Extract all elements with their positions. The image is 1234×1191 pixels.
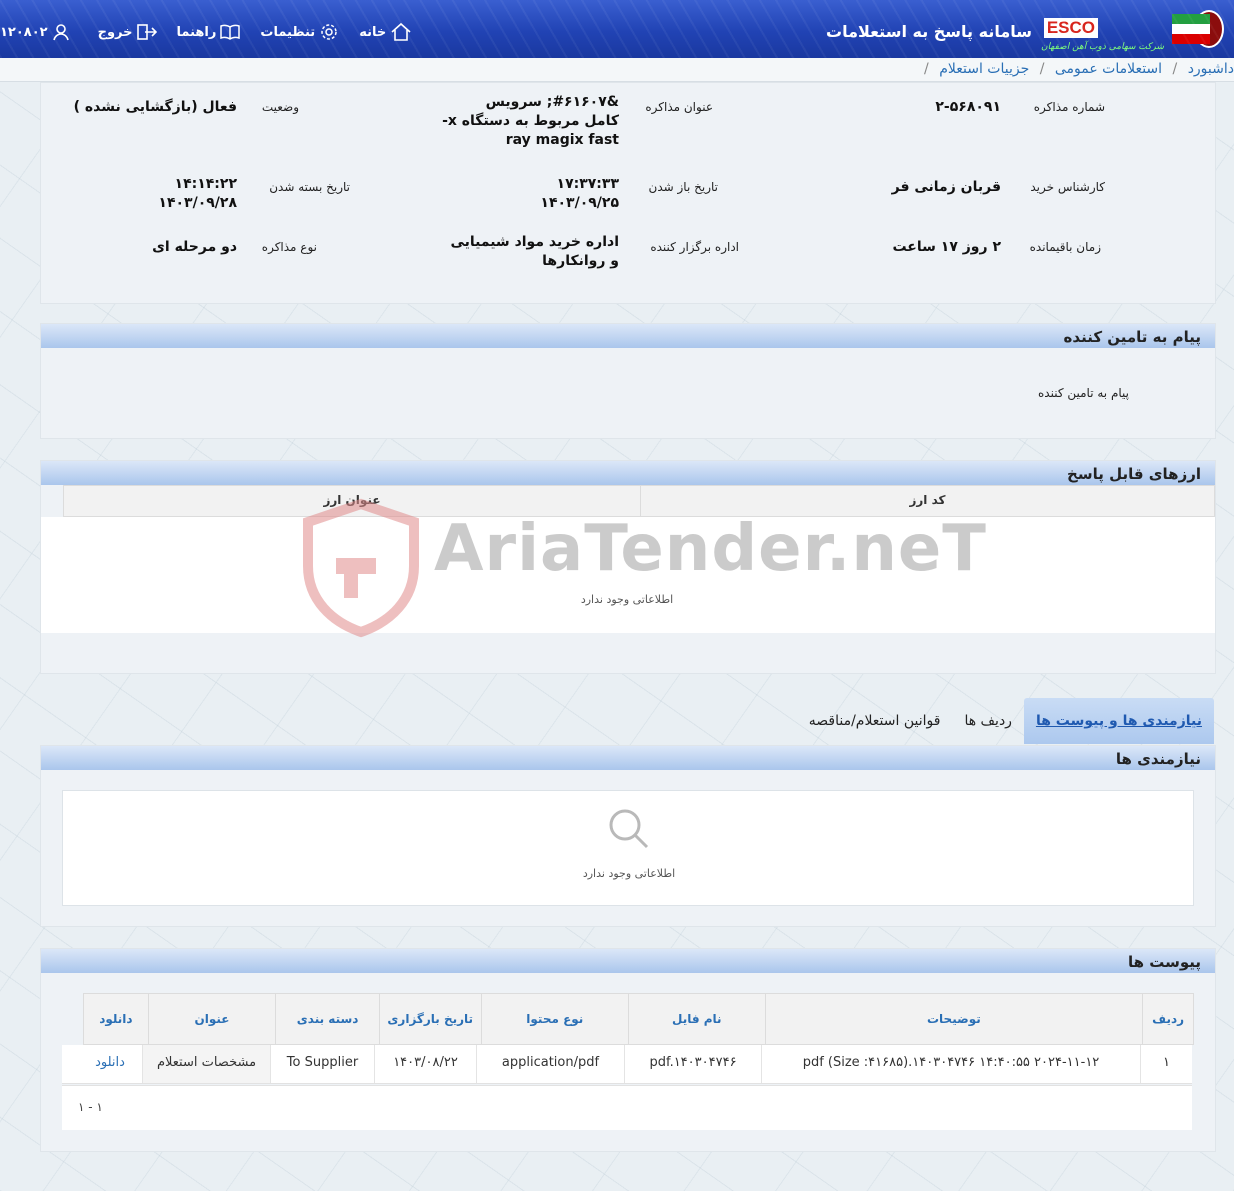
remaining-time: ۲ روز ۱۷ ساعت [892, 239, 1001, 255]
organizer-label: اداره برگزار کننده [650, 240, 739, 254]
guide-link[interactable]: راهنما [177, 23, 241, 41]
company-seal-icon [1194, 10, 1224, 48]
tab-rules[interactable]: قوانین استعلام/مناقصه [797, 698, 953, 744]
iran-flag-icon [1172, 14, 1210, 44]
esco-logo-text: ESCO [1043, 18, 1098, 38]
system-title: سامانه پاسخ به استعلامات [826, 22, 1032, 41]
cell-row: ۱ [1140, 1045, 1192, 1083]
col-category[interactable]: دسته بندی [275, 994, 379, 1044]
guide-label: راهنما [176, 24, 217, 40]
currencies-table-header: کد ارز عنوان ارز [63, 485, 1215, 517]
currencies-table-body [41, 517, 1215, 633]
col-title[interactable]: عنوان [147, 994, 276, 1044]
tab-rows[interactable]: ردیف ها [952, 698, 1023, 744]
col-description[interactable]: توضیحات [764, 994, 1143, 1044]
download-link[interactable]: دانلود [78, 1045, 142, 1083]
col-row[interactable]: ردیف [1142, 994, 1193, 1044]
tab-requirements-attachments[interactable]: نیازمندی ها و پیوست ها [1023, 698, 1214, 744]
cell-content-type: application/pdf [476, 1045, 624, 1083]
title-line-3: ray magix fast [505, 132, 619, 148]
home-label: خانه [359, 24, 387, 40]
col-currency-title[interactable]: عنوان ارز [64, 486, 640, 516]
currencies-card: ارزهای قابل پاسخ کد ارز عنوان ارز اطلاعا… [40, 460, 1216, 674]
remaining-time-label: زمان باقیمانده [1029, 240, 1101, 254]
close-date-value: ۱۴۰۳/۰۹/۲۸ [158, 195, 237, 211]
logout-label: خروج [97, 24, 133, 40]
top-header: ESCO شرکت سهامی ذوب آهن اصفهان سامانه پا… [0, 0, 1234, 58]
details-card: شماره مذاکره ۲-۵۶۸۰۹۱ عنوان مذاکره &#۶۱۶… [40, 82, 1216, 304]
negotiation-number: ۲-۵۶۸۰۹۱ [935, 99, 1001, 115]
breadcrumb-separator: / [924, 61, 929, 77]
open-date-value: ۱۴۰۳/۰۹/۲۵ [540, 195, 619, 211]
buyer-expert-label: کارشناس خرید [1030, 180, 1105, 194]
title-line-2: کامل مربوط به دستگاه x- [442, 113, 619, 129]
user-menu[interactable]: ۱۲۰۸۰۲ [0, 23, 70, 41]
breadcrumb-current[interactable]: جزییات استعلام [939, 61, 1029, 77]
cell-title: مشخصات استعلام [142, 1045, 270, 1083]
supplier-message-card: پیام به تامین کننده پیام به تامین کننده [40, 323, 1216, 439]
attachments-heading: پیوست ها [41, 949, 1215, 973]
requirements-empty-text: اطلاعاتی وجود ندارد [582, 867, 676, 880]
cell-category: To Supplier [270, 1045, 374, 1083]
search-icon [609, 809, 649, 849]
title-line-1: &#۶۱۶۰۷; سرویس [485, 94, 619, 110]
col-upload-date[interactable]: تاریخ بارگزاری [378, 994, 481, 1044]
home-icon [391, 22, 411, 41]
open-time-value: ۱۷:۳۷:۳۳ [556, 176, 619, 192]
currencies-heading: ارزهای قابل پاسخ [41, 461, 1215, 485]
open-date: ۱۷:۳۷:۳۳ ۱۴۰۳/۰۹/۲۵ [540, 175, 619, 213]
gear-icon [321, 24, 337, 40]
type-value: دو مرحله ای [152, 239, 237, 255]
top-nav: ۱۲۰۸۰۲ خروج راهنما تنظیمات خانه [0, 22, 432, 42]
status-value: فعال (بازگشایی نشده ) [73, 99, 237, 115]
negotiation-title: &#۶۱۶۰۷; سرویس کامل مربوط به دستگاه x- r… [419, 93, 619, 150]
brand-logo[interactable]: ESCO شرکت سهامی ذوب آهن اصفهان [994, 4, 1224, 54]
breadcrumb: داشبورد / استعلامات عمومی / جزییات استعل… [0, 58, 1234, 82]
settings-link[interactable]: تنظیمات [260, 22, 339, 42]
settings-label: تنظیمات [260, 24, 316, 40]
col-content-type[interactable]: نوع محتوا [480, 994, 628, 1044]
col-download[interactable]: دانلود [84, 994, 148, 1044]
home-link[interactable]: خانه [359, 22, 412, 42]
type-label: نوع مذاکره [261, 240, 317, 254]
status-label: وضعیت [261, 100, 299, 114]
breadcrumb-general[interactable]: استعلامات عمومی [1055, 61, 1162, 77]
organizer-value: اداره خرید مواد شیمیایی و روانکارها [450, 233, 619, 271]
breadcrumb-separator: / [1172, 61, 1178, 77]
supplier-message-heading: پیام به تامین کننده [41, 324, 1215, 348]
user-id: ۱۲۰۸۰۲ [0, 24, 48, 40]
currencies-empty-text: اطلاعاتی وجود ندارد [580, 593, 674, 606]
requirements-card: نیازمندی ها اطلاعاتی وجود ندارد [40, 745, 1216, 927]
breadcrumb-separator: / [1039, 61, 1045, 77]
title-label: عنوان مذاکره [645, 100, 713, 114]
logout-link[interactable]: خروج [98, 23, 157, 41]
logout-icon [136, 24, 157, 40]
col-file-name[interactable]: نام فایل [628, 994, 765, 1044]
attachments-table-header: ردیف توضیحات نام فایل نوع محتوا تاریخ با… [83, 993, 1194, 1045]
organizer-line-2: و روانکارها [542, 253, 619, 269]
supplier-message-label: پیام به تامین کننده [1038, 386, 1129, 400]
col-currency-code[interactable]: کد ارز [640, 486, 1214, 516]
attachments-card: پیوست ها ردیف توضیحات نام فایل نوع محتوا… [40, 948, 1216, 1152]
close-time-value: ۱۴:۱۴:۲۲ [174, 176, 237, 192]
pager-info: ۱ - ۱ [78, 1100, 103, 1114]
close-date-label: تاریخ بسته شدن [269, 180, 350, 194]
cell-file-name: pdf.۱۴۰۳۰۴۷۴۶ [624, 1045, 761, 1083]
organizer-line-1: اداره خرید مواد شیمیایی [450, 234, 619, 250]
requirements-heading: نیازمندی ها [41, 746, 1215, 770]
book-icon [220, 24, 241, 40]
user-icon [52, 24, 69, 41]
breadcrumb-dashboard[interactable]: داشبورد [1188, 61, 1234, 77]
requirements-empty-panel: اطلاعاتی وجود ندارد [62, 790, 1194, 906]
open-date-label: تاریخ باز شدن [648, 180, 718, 194]
cell-upload-date: ۱۴۰۳/۰۸/۲۲ [374, 1045, 476, 1083]
company-name: شرکت سهامی ذوب آهن اصفهان [1041, 42, 1164, 52]
table-row: ۱ pdf (Size :۴۱۶۸۵).۱۴۰۳۰۴۷۴۶ ۱۴:۴۰:۵۵ ۲… [62, 1045, 1192, 1084]
buyer-expert: قربان زمانی فر [891, 179, 1001, 195]
close-date: ۱۴:۱۴:۲۲ ۱۴۰۳/۰۹/۲۸ [158, 175, 237, 213]
attachments-pager-bar: ۱ - ۱ [62, 1085, 1192, 1130]
cell-description: pdf (Size :۴۱۶۸۵).۱۴۰۳۰۴۷۴۶ ۱۴:۴۰:۵۵ ۲۰۲… [761, 1045, 1140, 1083]
negotiation-number-label: شماره مذاکره [1033, 100, 1105, 114]
tab-bar: نیازمندی ها و پیوست ها ردیف ها قوانین اس… [797, 694, 1214, 744]
